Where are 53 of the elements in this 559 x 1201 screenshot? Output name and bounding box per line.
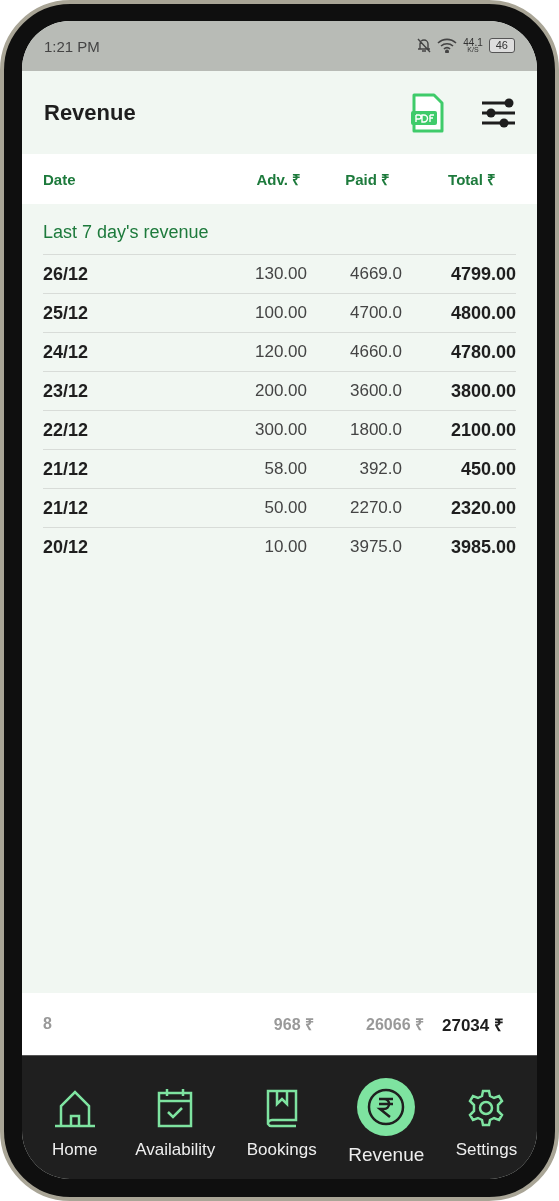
column-header: Paid ₹ — [344, 170, 391, 189]
advance-cell-text: 100.00 — [254, 303, 307, 323]
paid-cell-text: 4700.0 — [349, 303, 402, 323]
paid-total: 26066 ₹ — [365, 1015, 424, 1035]
advance-total: 968 ₹ — [272, 1015, 314, 1035]
paid-cell-text: 2270.0 — [349, 498, 402, 518]
date-cell-text: 23/12 — [43, 380, 90, 402]
nav-tab[interactable]: Bookings — [246, 1056, 317, 1179]
date-cell-text: 24/12 — [43, 341, 90, 363]
paid-cell-text: 3975.0 — [349, 537, 402, 557]
advance-cell-text: 50.00 — [263, 498, 307, 518]
total-cell-text: 4780.00 — [449, 341, 516, 363]
grand-total: 27034 ₹ — [441, 1014, 504, 1036]
nav-tab[interactable]: Home — [45, 1056, 104, 1179]
status-time: 1:21 PM — [44, 37, 101, 55]
page-title: Revenue — [44, 99, 137, 126]
advance-cell-text: 120.00 — [254, 342, 307, 362]
section-heading: Last 7 day's revenue — [43, 222, 209, 242]
nav-tab[interactable]: Availability — [135, 1056, 216, 1179]
date-cell-text: 20/12 — [43, 536, 90, 558]
column-header: Date — [43, 170, 77, 188]
paid-cell-text: 392.0 — [358, 459, 402, 479]
date-cell-text: 21/12 — [43, 458, 90, 480]
filter-sliders-icon[interactable] — [481, 97, 515, 128]
total-cell-text: 450.00 — [459, 458, 516, 480]
total-cell-text: 4799.00 — [449, 263, 516, 285]
date-cell-text: 26/12 — [43, 263, 90, 285]
advance-cell-text: 58.00 — [263, 459, 307, 479]
total-cell-text: 2100.00 — [449, 419, 516, 441]
nav-tab[interactable]: Revenue — [348, 1056, 425, 1179]
date-cell-text: 21/12 — [43, 497, 90, 519]
bell-off-icon — [417, 38, 432, 54]
battery-level: 46 — [488, 38, 515, 54]
paid-cell-text: 4660.0 — [349, 342, 402, 362]
advance-cell-text: 130.00 — [254, 264, 307, 284]
date-cell-text: 22/12 — [43, 419, 90, 441]
network-speed: 44.1 — [463, 38, 483, 48]
date-cell-text: 25/12 — [43, 302, 90, 324]
advance-cell-text: 200.00 — [254, 381, 307, 401]
column-header: Total ₹ — [447, 170, 497, 189]
total-cell-text: 3800.00 — [449, 380, 516, 402]
advance-cell-text: 10.00 — [263, 537, 307, 557]
paid-cell-text: 1800.0 — [349, 420, 402, 440]
wifi-icon — [437, 38, 458, 54]
total-cell-text: 3985.00 — [449, 536, 516, 558]
total-cell-text: 4800.00 — [449, 302, 516, 324]
paid-cell-text: 4669.0 — [349, 264, 402, 284]
total-cell-text: 2320.00 — [449, 497, 516, 519]
row-count: 8 — [43, 1015, 53, 1033]
nav-tab[interactable]: Settings — [455, 1056, 518, 1179]
column-header: Adv. ₹ — [255, 170, 302, 189]
paid-cell-text: 3600.0 — [349, 381, 402, 401]
advance-cell-text: 300.00 — [254, 420, 307, 440]
